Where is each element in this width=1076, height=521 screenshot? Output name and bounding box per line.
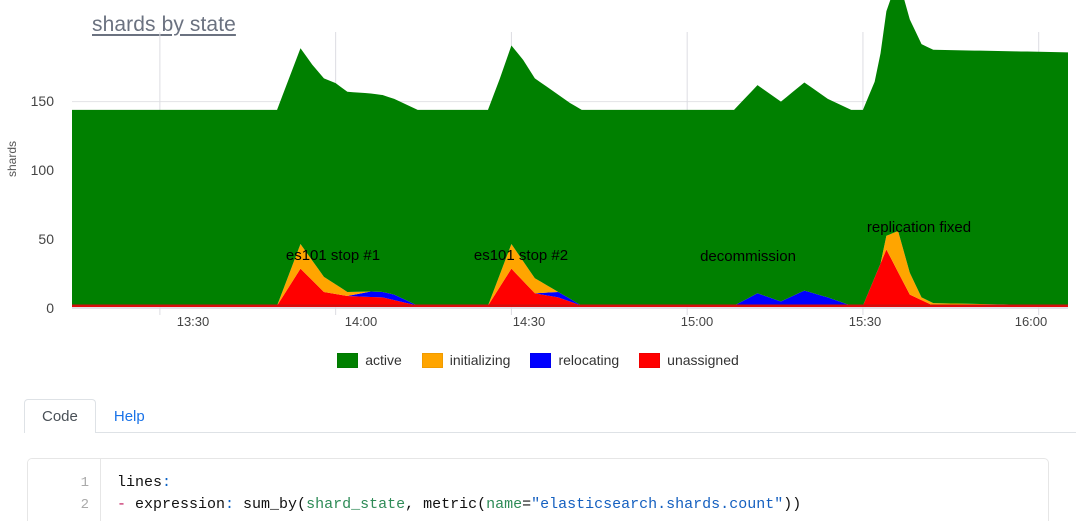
legend-item-relocating[interactable]: relocating: [530, 352, 619, 368]
legend-swatch-icon: [530, 352, 552, 368]
code-token-lines: lines: [117, 474, 163, 491]
chart-annotation-1: es101 stop #1: [285, 247, 381, 264]
code-editor[interactable]: 1 2 lines: - expression: sum_by(shard_st…: [27, 458, 1049, 521]
line-number: 1: [80, 475, 89, 491]
chart-legend: active initializing relocating unassigned: [0, 352, 1076, 368]
code-line-1: lines:: [117, 472, 1048, 494]
code-token-colon2: :: [225, 496, 244, 513]
legend-item-unassigned[interactable]: unassigned: [639, 352, 739, 368]
line-number: 2: [80, 497, 89, 513]
tab-help[interactable]: Help: [96, 399, 163, 433]
legend-item-initializing[interactable]: initializing: [421, 352, 511, 368]
code-line-numbers: 1 2: [28, 459, 101, 521]
code-token-string: "elasticsearch.shards.count": [531, 496, 784, 513]
series-area-active: [72, 0, 1068, 306]
tab-bar: Code Help: [24, 392, 1076, 433]
code-token-metric: metric(: [423, 496, 487, 513]
legend-label: initializing: [449, 352, 511, 368]
code-token-close: )): [783, 496, 802, 513]
code-token-equals: =: [522, 496, 532, 513]
code-content[interactable]: lines: - expression: sum_by(shard_state,…: [101, 459, 1048, 521]
code-line-2: - expression: sum_by(shard_state, metric…: [117, 494, 1048, 516]
code-token-shard-state: shard_state: [306, 496, 406, 513]
code-token-sumby: sum_by(: [243, 496, 307, 513]
legend-swatch-icon: [639, 352, 661, 368]
legend-swatch-icon: [337, 352, 359, 368]
legend-swatch-icon: [421, 352, 443, 368]
code-token-dash: -: [117, 496, 136, 513]
chart-annotation-2: es101 stop #2: [473, 247, 569, 264]
legend-label: unassigned: [667, 352, 739, 368]
legend-label: active: [365, 352, 402, 368]
page-root: shards by state shards 150 100 50 0 13:3…: [0, 0, 1076, 521]
tab-code[interactable]: Code: [24, 399, 96, 433]
chart-series-areas: [72, 0, 1068, 307]
code-token-colon: :: [162, 474, 172, 491]
chart-panel: shards by state shards 150 100 50 0 13:3…: [0, 0, 1076, 345]
code-token-name: name: [486, 496, 523, 513]
code-token-expression: expression: [135, 496, 226, 513]
code-token-sep: ,: [405, 496, 424, 513]
chart-plot-area[interactable]: [0, 0, 1076, 345]
chart-annotation-4: replication fixed: [866, 219, 972, 236]
legend-label: relocating: [558, 352, 620, 368]
legend-item-active[interactable]: active: [337, 352, 402, 368]
chart-annotation-3: decommission: [700, 248, 796, 265]
